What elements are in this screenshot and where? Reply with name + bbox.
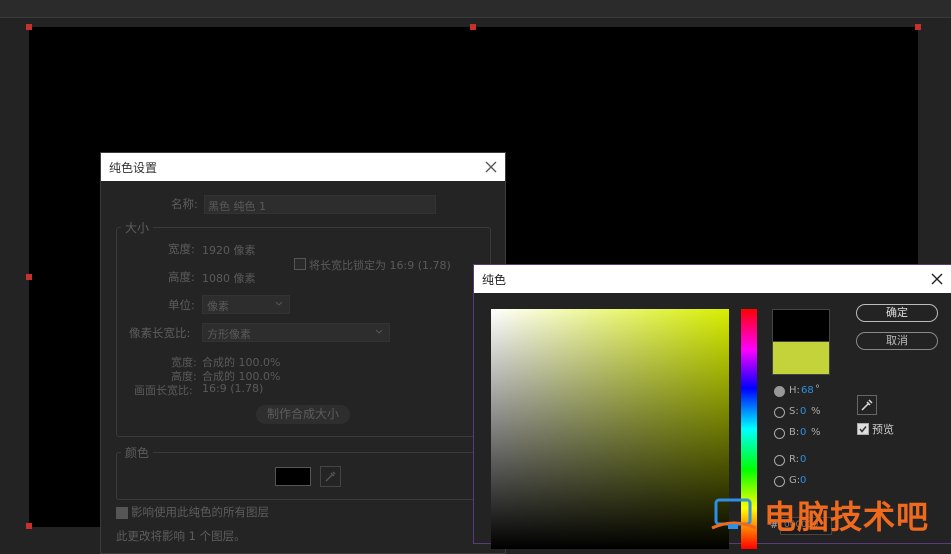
green-label: G: bbox=[789, 475, 801, 486]
computer-logo-icon bbox=[711, 498, 757, 530]
brightness-label: B: bbox=[789, 427, 800, 438]
name-input[interactable]: 黑色 纯色 1 bbox=[204, 195, 436, 214]
make-comp-size-button[interactable]: 制作合成大小 bbox=[256, 405, 350, 424]
transform-handle-top-left[interactable] bbox=[26, 24, 32, 30]
size-group-legend: 大小 bbox=[121, 219, 154, 236]
pixel-aspect-select[interactable]: 方形像素 bbox=[202, 323, 390, 342]
color-swatch[interactable] bbox=[275, 467, 311, 486]
eyedropper-icon bbox=[861, 399, 873, 411]
brightness-radio[interactable] bbox=[774, 428, 785, 439]
name-label: 名称: bbox=[171, 197, 198, 211]
green-radio[interactable] bbox=[774, 476, 785, 487]
width-label: 宽度: bbox=[168, 242, 195, 256]
affect-all-layers-label: 影响使用此纯色的所有图层 bbox=[131, 505, 269, 519]
solid-settings-title: 纯色设置 bbox=[109, 161, 158, 175]
chevron-down-icon bbox=[275, 301, 283, 306]
pixel-aspect-label: 像素长宽比: bbox=[129, 326, 191, 340]
make-comp-size-label: 制作合成大小 bbox=[266, 407, 339, 421]
width-value[interactable]: 1920 像素 bbox=[202, 242, 256, 258]
pixel-aspect-value: 方形像素 bbox=[207, 328, 251, 341]
solid-settings-dialog: 纯色设置 名称: 黑色 纯色 1 大小 宽度: 1920 像素 将长宽比锁定为 … bbox=[100, 152, 506, 554]
red-value[interactable]: 0 bbox=[800, 454, 806, 465]
eyedropper-button[interactable] bbox=[320, 466, 341, 487]
eyedropper-icon bbox=[325, 471, 336, 482]
transform-handle-middle-left[interactable] bbox=[26, 274, 32, 280]
color-group-legend: 颜色 bbox=[121, 444, 154, 461]
green-value[interactable]: 0 bbox=[800, 475, 806, 486]
cancel-button-label: 取消 bbox=[886, 334, 908, 347]
preview-checkbox[interactable] bbox=[857, 423, 869, 435]
lock-aspect-label: 将长宽比锁定为 16:9 (1.78) bbox=[309, 259, 451, 272]
solid-settings-titlebar[interactable]: 纯色设置 bbox=[101, 153, 505, 181]
brightness-value[interactable]: 0 bbox=[800, 427, 806, 438]
ok-button[interactable]: 确定 bbox=[856, 304, 938, 322]
affect-all-layers-checkbox[interactable] bbox=[116, 507, 128, 519]
close-icon[interactable] bbox=[483, 159, 499, 175]
saturation-radio[interactable] bbox=[774, 407, 785, 418]
lock-aspect-checkbox[interactable] bbox=[294, 258, 306, 270]
new-color-swatch bbox=[772, 309, 830, 343]
watermark: 电脑技术吧 bbox=[708, 492, 951, 542]
transform-handle-bottom-left[interactable] bbox=[26, 523, 32, 529]
color-picker-titlebar[interactable]: 纯色 bbox=[474, 265, 951, 293]
height-value[interactable]: 1080 像素 bbox=[202, 270, 256, 286]
height-label: 高度: bbox=[168, 270, 195, 284]
transform-handle-top-center[interactable] bbox=[470, 24, 476, 30]
saturation-label: S: bbox=[789, 406, 799, 417]
cancel-button[interactable]: 取消 bbox=[856, 332, 938, 350]
info-frame-aspect-label: 画面长宽比: bbox=[134, 384, 193, 397]
hue-unit: ° bbox=[815, 384, 820, 395]
checkmark-icon bbox=[859, 426, 867, 433]
hue-value[interactable]: 68 bbox=[801, 385, 814, 396]
eyedropper-button[interactable] bbox=[857, 395, 877, 415]
preview-label: 预览 bbox=[872, 423, 894, 436]
red-radio[interactable] bbox=[774, 455, 785, 466]
original-color-swatch[interactable] bbox=[772, 341, 830, 375]
unit-select[interactable]: 像素 bbox=[202, 295, 290, 314]
hue-radio[interactable] bbox=[774, 386, 785, 397]
saturation-value[interactable]: 0 bbox=[800, 406, 806, 417]
color-picker-title: 纯色 bbox=[482, 273, 507, 287]
unit-label: 单位: bbox=[168, 298, 195, 312]
info-frame-aspect-value: 16:9 (1.78) bbox=[202, 382, 264, 395]
close-icon[interactable] bbox=[929, 271, 945, 287]
unit-select-value: 像素 bbox=[207, 300, 229, 313]
ok-button-label: 确定 bbox=[886, 306, 908, 319]
red-label: R: bbox=[789, 454, 800, 465]
hue-label: H: bbox=[789, 385, 800, 396]
chevron-down-icon bbox=[375, 329, 383, 334]
name-input-value: 黑色 纯色 1 bbox=[208, 200, 266, 213]
saturation-unit: % bbox=[811, 406, 821, 417]
transform-handle-top-right[interactable] bbox=[915, 24, 921, 30]
brightness-unit: % bbox=[811, 427, 821, 438]
watermark-text: 电脑技术吧 bbox=[764, 498, 930, 536]
saturation-brightness-field[interactable] bbox=[491, 309, 729, 549]
top-panel-bar bbox=[0, 0, 951, 18]
